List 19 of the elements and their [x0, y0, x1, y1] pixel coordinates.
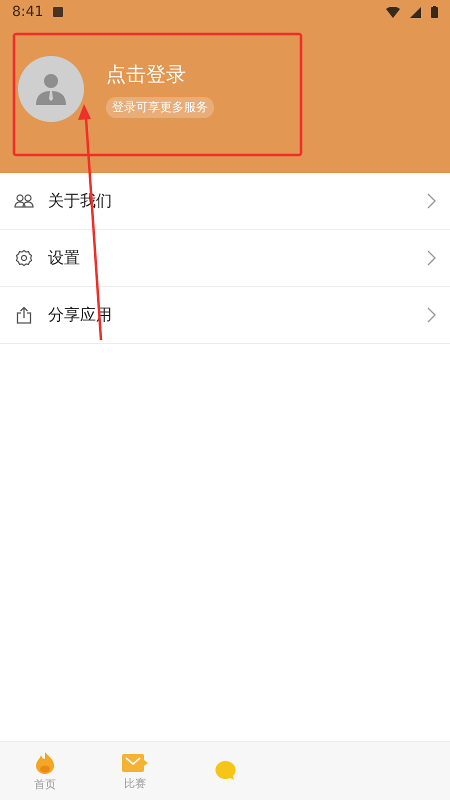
notification-icon: [53, 7, 64, 17]
battery-icon: [431, 6, 438, 18]
login-subtitle: 登录可享更多服务: [106, 96, 214, 118]
menu-label: 设置: [48, 248, 81, 268]
bubble-icon: [213, 759, 237, 783]
chevron-icon: [427, 193, 436, 209]
chevron-icon: [427, 307, 436, 323]
share-icon: [16, 306, 32, 324]
settings-icon: [15, 249, 33, 267]
people-icon: [14, 193, 34, 209]
ticket-icon: [121, 752, 149, 774]
avatar[interactable]: [18, 56, 84, 122]
status-time: 8:41: [12, 4, 44, 20]
chevron-icon: [427, 250, 436, 266]
signal-icon: [410, 6, 421, 18]
flame-icon: [33, 750, 57, 774]
person-icon: [36, 73, 66, 105]
menu-item[interactable]: 设置: [0, 230, 450, 287]
wifi-icon: [386, 6, 400, 18]
